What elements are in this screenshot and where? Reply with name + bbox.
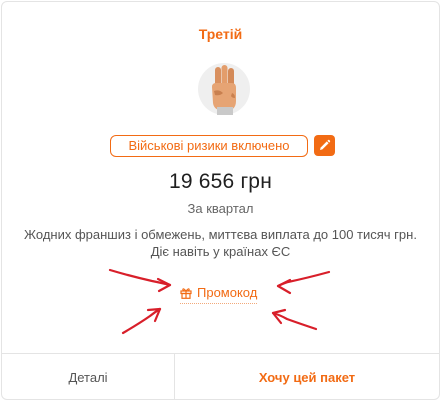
details-button[interactable]: Деталі (2, 354, 175, 399)
annotation-arrow-upper-left (108, 268, 172, 287)
package-title: Третій (198, 26, 243, 42)
promo-code-label: Промокод (197, 285, 258, 300)
annotation-arrow-lower-right (271, 311, 318, 331)
buy-package-button[interactable]: Хочу цей пакет (175, 354, 439, 399)
package-description: Жодних франшиз і обмежень, миттєва випла… (24, 227, 417, 259)
package-card: Третій Військові ризики включено 19 656 … (1, 1, 440, 400)
gift-icon (180, 288, 192, 299)
pencil-icon (320, 139, 331, 150)
billing-period: За квартал (187, 201, 254, 216)
military-risks-badge: Військові ризики включено (110, 135, 308, 157)
promo-code-link[interactable]: Промокод (180, 285, 258, 304)
card-footer: Деталі Хочу цей пакет (2, 353, 439, 399)
edit-coverage-button[interactable] (314, 135, 335, 156)
annotation-arrow-lower-left (121, 307, 162, 335)
three-fingers-hand-icon (212, 65, 236, 115)
package-illustration (198, 63, 250, 115)
badge-row: Військові ризики включено (2, 135, 439, 157)
annotation-arrow-upper-right (276, 270, 331, 288)
package-price: 19 656 грн (168, 170, 272, 193)
